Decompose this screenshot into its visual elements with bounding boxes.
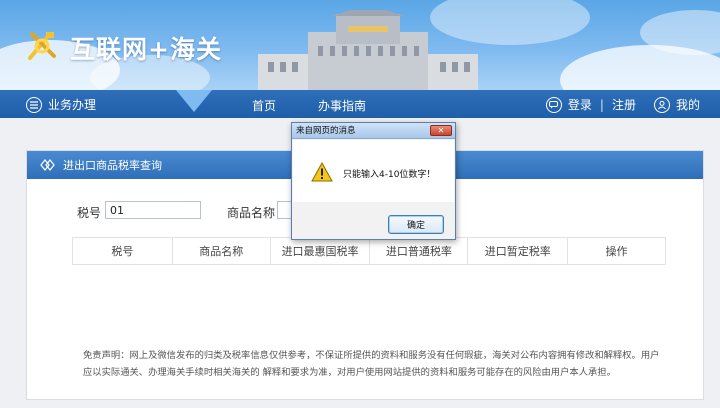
disclaimer-text: 免责声明：网上及微信发布的归类及税率信息仅供参考，不保证所提供的资料和服务没有任… bbox=[83, 350, 660, 378]
login-link[interactable]: 登录 bbox=[568, 96, 592, 113]
register-link[interactable]: 注册 bbox=[612, 96, 636, 113]
dialog-titlebar: 来自网页的消息 ✕ bbox=[292, 123, 455, 139]
header-banner: 互联网+海关 bbox=[0, 0, 720, 90]
dialog-close-button[interactable]: ✕ bbox=[430, 125, 452, 136]
product-name-label: 商品名称 bbox=[227, 206, 276, 220]
site-title: 互联网+海关 bbox=[70, 35, 222, 64]
my-account-link[interactable]: 我的 bbox=[676, 96, 700, 113]
dialog-message: 只能输入4-10位数字！ bbox=[343, 170, 436, 180]
column-header-tariff-number: 税号 bbox=[72, 237, 173, 265]
table-header-row: 税号 商品名称 进口最惠国税率 进口普通税率 进口暂定税率 操作 bbox=[72, 237, 666, 265]
nav-separator: | bbox=[599, 97, 604, 112]
user-actions: 登录 | 注册 我的 bbox=[545, 96, 700, 113]
nav-link-home[interactable]: 首页 bbox=[252, 97, 276, 114]
panel-header-icon bbox=[40, 159, 55, 171]
tariff-result-table: 税号 商品名称 进口最惠国税率 进口普通税率 进口暂定税率 操作 bbox=[72, 237, 666, 265]
dialog-body: 只能输入4-10位数字！ bbox=[293, 140, 454, 202]
tariff-number-input[interactable] bbox=[105, 201, 201, 219]
tariff-number-label: 税号 bbox=[77, 206, 102, 220]
column-header-general-rate: 进口普通税率 bbox=[369, 237, 469, 265]
customs-building-image bbox=[258, 10, 478, 90]
column-header-product-name: 商品名称 bbox=[171, 237, 271, 265]
warning-icon bbox=[311, 162, 333, 182]
chat-icon[interactable] bbox=[545, 96, 562, 113]
business-menu-button[interactable]: 业务办理 bbox=[26, 96, 96, 113]
column-header-provisional-rate: 进口暂定税率 bbox=[467, 237, 569, 265]
business-menu-label: 业务办理 bbox=[48, 98, 97, 112]
nav-link-guide[interactable]: 办事指南 bbox=[318, 97, 366, 114]
dialog-title: 来自网页的消息 bbox=[296, 126, 356, 136]
close-icon: ✕ bbox=[437, 126, 445, 135]
nav-notch-decoration bbox=[176, 90, 212, 112]
dialog-ok-button[interactable]: 确定 bbox=[388, 215, 444, 234]
panel-title: 进出口商品税率查询 bbox=[63, 159, 162, 172]
column-header-mfn-rate: 进口最惠国税率 bbox=[269, 237, 371, 265]
column-header-operation: 操作 bbox=[567, 237, 666, 265]
user-icon[interactable] bbox=[653, 96, 670, 113]
menu-icon bbox=[26, 96, 42, 113]
customs-emblem-icon bbox=[28, 32, 56, 60]
main-nav-bar: 业务办理 首页 办事指南 登录 | 注册 我的 bbox=[0, 90, 720, 118]
alert-dialog: 来自网页的消息 ✕ 只能输入4-10位数字！ 确定 bbox=[291, 122, 456, 240]
